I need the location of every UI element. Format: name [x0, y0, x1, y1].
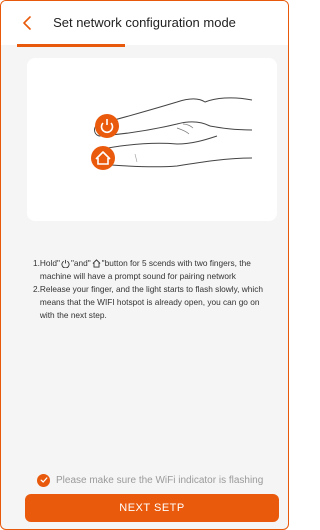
step-text-middle: "and"	[70, 258, 91, 268]
hand-gesture-illustration	[91, 97, 253, 170]
step-text-prefix: Hold"	[39, 258, 60, 268]
checkmark-icon	[37, 473, 50, 487]
next-step-button[interactable]: NEXT SETP	[25, 494, 279, 522]
step-number: 1.	[33, 258, 40, 268]
confirm-label: Please make sure the WiFi indicator is f…	[56, 474, 264, 486]
page-title: Set network configuration mode	[53, 15, 236, 30]
step-progress-bar	[17, 44, 125, 47]
app-frame: Set network configuration mode 1. Hold" …	[0, 0, 289, 530]
home-icon	[92, 259, 101, 268]
illustration-card	[27, 58, 277, 221]
instruction-step-2: 2. Release your finger, and the light st…	[33, 283, 273, 322]
header: Set network configuration mode	[1, 1, 288, 45]
instruction-step-1: 1. Hold" "and" "button for 5 scends with t…	[33, 257, 273, 283]
step-number: 2.	[33, 284, 40, 294]
step-text: Release your finger, and the light start…	[39, 284, 263, 320]
instructions: 1. Hold" "and" "button for 5 scends with t…	[33, 257, 273, 322]
wifi-confirm-checkbox[interactable]: Please make sure the WiFi indicator is f…	[37, 472, 263, 488]
power-icon	[61, 259, 70, 268]
